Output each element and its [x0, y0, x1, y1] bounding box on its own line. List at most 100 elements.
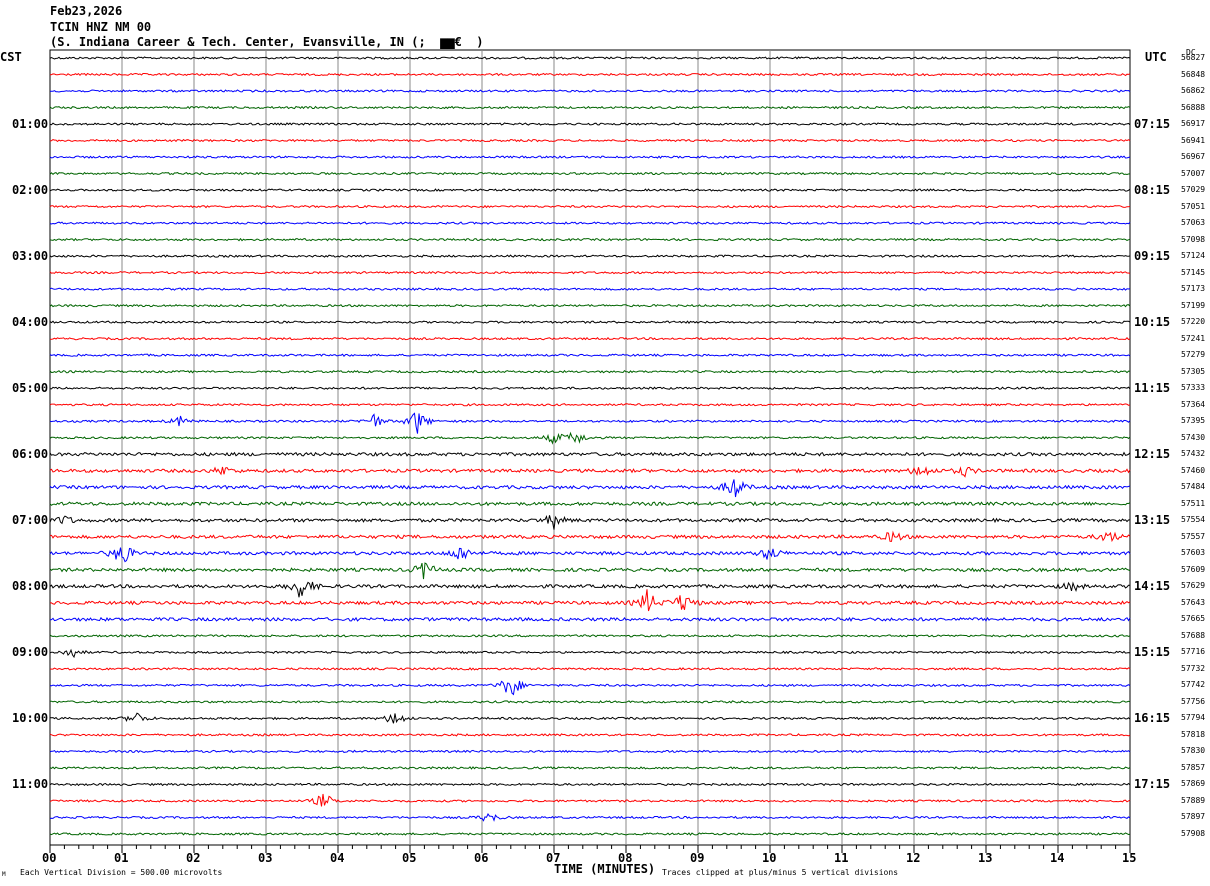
- right-hour-label: 11:15: [1134, 381, 1171, 396]
- dc-value: 57629: [1181, 581, 1206, 591]
- seismic-trace: [49, 431, 1131, 445]
- x-tick-label: 04: [330, 851, 345, 865]
- seismic-trace: [49, 680, 1131, 696]
- seismic-trace: [49, 667, 1131, 671]
- left-hour-label: 03:00: [12, 249, 49, 264]
- dc-value: 57756: [1181, 696, 1206, 706]
- seismic-trace: [49, 336, 1131, 341]
- right-hour-label: 17:15: [1134, 777, 1171, 792]
- dc-value: 57869: [1181, 779, 1206, 789]
- x-tick-label: 03: [258, 851, 273, 865]
- seismic-trace: [49, 514, 1131, 530]
- dc-value: 57241: [1181, 333, 1206, 343]
- seismic-trace: [49, 501, 1131, 507]
- dc-value: 57279: [1181, 350, 1206, 360]
- seismic-trace: [49, 320, 1131, 325]
- seismic-trace: [49, 287, 1131, 291]
- helicorder-plot: [49, 49, 1131, 853]
- dc-value: 57173: [1181, 284, 1206, 294]
- dc-value: 57484: [1181, 482, 1206, 492]
- seismic-trace: [49, 237, 1131, 242]
- seismic-trace: [49, 254, 1131, 258]
- seismic-trace: [49, 466, 1131, 478]
- seismic-trace: [49, 813, 1131, 822]
- right-hour-label: 15:15: [1134, 645, 1171, 660]
- seismic-trace: [49, 648, 1131, 659]
- dc-value: 57395: [1181, 416, 1206, 426]
- x-tick-label: 11: [834, 851, 849, 865]
- dc-value: 56827: [1181, 53, 1206, 62]
- x-tick-label: 06: [474, 851, 489, 865]
- seismic-trace: [49, 766, 1131, 770]
- x-tick-label: 00: [42, 851, 57, 865]
- dc-value: 56917: [1181, 119, 1206, 129]
- left-hour-label: 09:00: [12, 645, 49, 660]
- seismic-trace: [49, 204, 1131, 209]
- seismic-trace: [49, 412, 1131, 434]
- dc-value: 57897: [1181, 812, 1206, 822]
- seismic-trace: [49, 782, 1131, 787]
- right-hour-label: 10:15: [1134, 315, 1171, 330]
- seismic-trace: [49, 122, 1131, 126]
- dc-value: 57145: [1181, 267, 1206, 277]
- dc-value: 57063: [1181, 218, 1206, 228]
- seismic-trace: [49, 303, 1131, 308]
- dc-value: 57609: [1181, 564, 1206, 574]
- seismic-trace: [49, 56, 1131, 60]
- dc-value: 57430: [1181, 432, 1206, 442]
- seismic-trace: [49, 479, 1131, 498]
- left-hour-label: 01:00: [12, 117, 49, 132]
- left-hour-label: 02:00: [12, 183, 49, 198]
- left-hour-label: 11:00: [12, 777, 49, 792]
- right-hour-label: 07:15: [1134, 117, 1171, 132]
- dc-value: 57643: [1181, 597, 1206, 607]
- seismic-trace: [49, 451, 1131, 457]
- left-hour-label: 05:00: [12, 381, 49, 396]
- dc-value: 57511: [1181, 498, 1206, 508]
- seismic-trace: [50, 700, 1131, 704]
- dc-value: 56848: [1181, 69, 1206, 79]
- seismic-trace: [49, 562, 1131, 580]
- seismic-trace: [49, 733, 1131, 737]
- x-tick-label: 09: [690, 851, 705, 865]
- seismic-trace: [49, 793, 1131, 807]
- x-tick-label: 01: [114, 851, 129, 865]
- x-tick-label: 07: [546, 851, 561, 865]
- seismic-trace: [49, 138, 1131, 143]
- x-tick-label: 13: [978, 851, 993, 865]
- seismic-trace: [49, 221, 1131, 225]
- seismic-trace: [49, 832, 1131, 836]
- dc-value: 57051: [1181, 201, 1206, 211]
- dc-value: 57908: [1181, 828, 1206, 838]
- seismic-trace: [49, 353, 1131, 358]
- right-hour-label: 16:15: [1134, 711, 1171, 726]
- dc-value: 57098: [1181, 234, 1206, 244]
- dc-value: 57029: [1181, 185, 1206, 195]
- seismic-trace: [49, 89, 1131, 93]
- seismic-trace: [49, 749, 1131, 754]
- dc-value: 57716: [1181, 647, 1206, 657]
- left-hour-label: 10:00: [12, 711, 49, 726]
- x-tick-label: 05: [402, 851, 417, 865]
- seismic-trace: [49, 270, 1131, 275]
- dc-value: 57333: [1181, 383, 1206, 393]
- seismic-trace: [49, 530, 1131, 543]
- seismic-trace: [49, 634, 1131, 638]
- dc-value: 57557: [1181, 531, 1206, 541]
- plot-frame: [49, 49, 1131, 846]
- dc-value: 57460: [1181, 465, 1206, 475]
- dc-value: 57124: [1181, 251, 1206, 261]
- right-hour-label: 13:15: [1134, 513, 1171, 528]
- seismic-trace: [49, 188, 1131, 192]
- dc-value: 57688: [1181, 630, 1206, 640]
- dc-value: 57818: [1181, 729, 1206, 739]
- seismic-trace: [49, 72, 1131, 77]
- seismic-trace: [49, 171, 1131, 176]
- dc-value: 57364: [1181, 399, 1206, 409]
- right-hour-label: 09:15: [1134, 249, 1171, 264]
- seismic-trace: [49, 547, 1131, 563]
- seismic-trace: [49, 581, 1130, 598]
- x-tick-label: 15: [1122, 851, 1137, 865]
- seismic-trace: [50, 589, 1131, 612]
- left-hour-label: 06:00: [12, 447, 49, 462]
